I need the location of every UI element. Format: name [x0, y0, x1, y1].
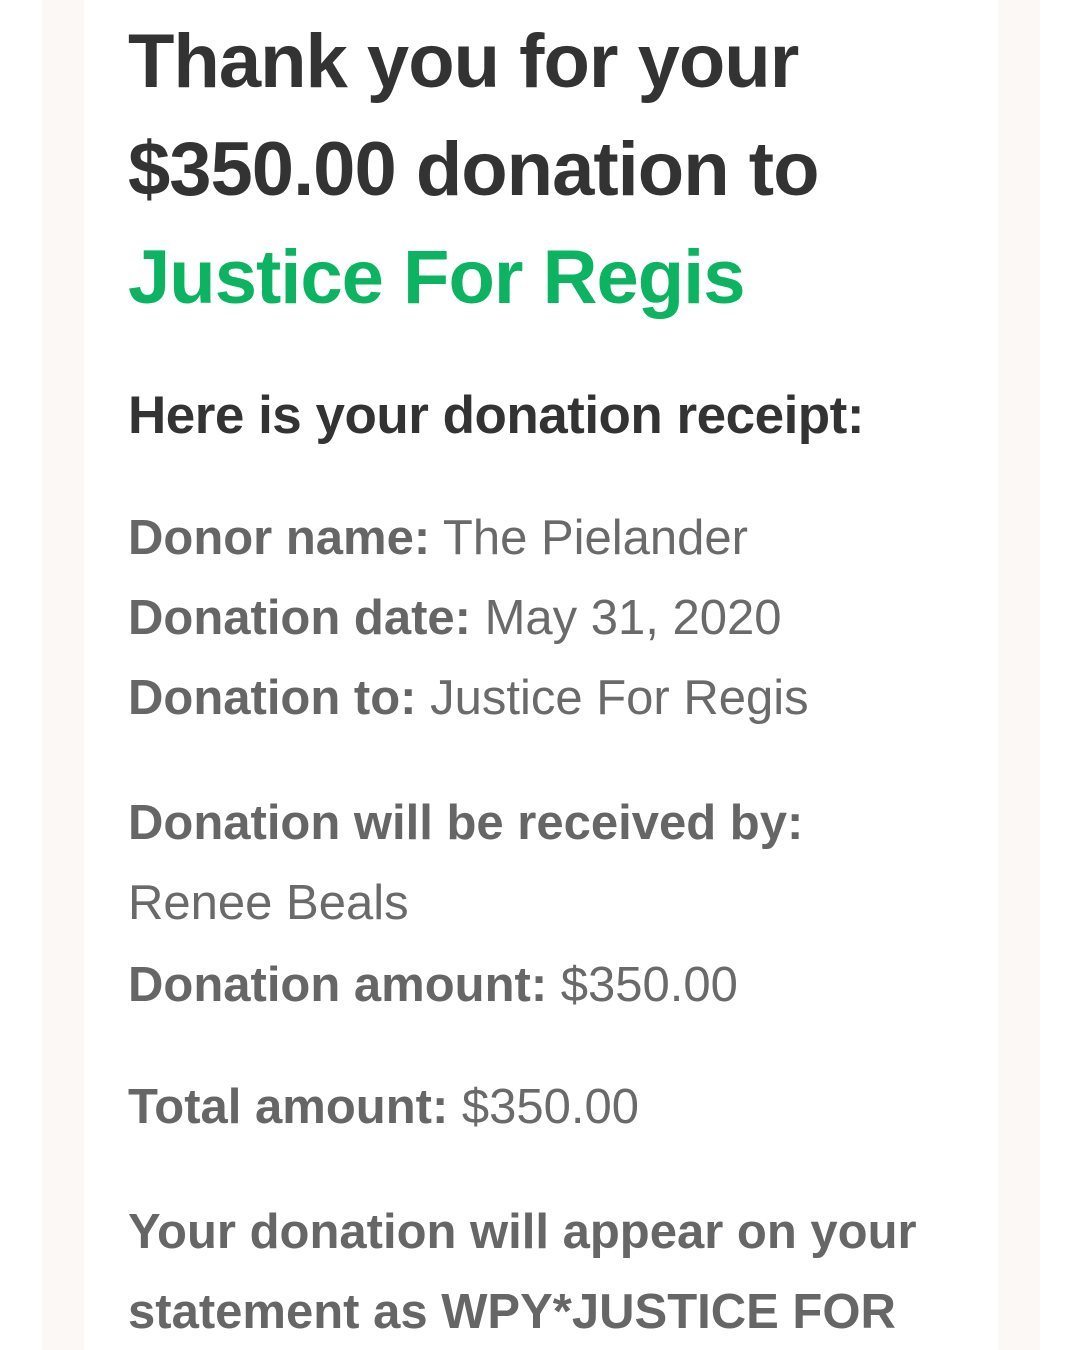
receipt-card: Thank you for your $350.00 donation to J…: [84, 0, 998, 1350]
headline-line-1: Thank you for your: [128, 19, 799, 104]
thank-you-headline: Thank you for your $350.00 donation to J…: [128, 0, 988, 332]
statement-notice: Your donation will appear on your statem…: [128, 1205, 917, 1339]
donation-to-label: Donation to:: [128, 671, 417, 725]
campaign-name: Justice For Regis: [128, 235, 746, 320]
headline-line-2: $350.00 donation to: [128, 127, 820, 212]
donor-name-label: Donor name:: [128, 511, 431, 565]
donation-to-value: Justice For Regis: [430, 671, 809, 725]
donation-date-value: May 31, 2020: [484, 591, 782, 645]
received-by-value-row: Renee Beals: [128, 868, 409, 938]
right-margin: [998, 0, 1040, 1350]
donation-amount-value: $350.00: [560, 958, 738, 1012]
donation-amount-row: Donation amount: $350.00: [128, 950, 738, 1020]
received-by-value: Renee Beals: [128, 876, 409, 930]
receipt-heading: Here is your donation receipt:: [128, 386, 864, 445]
left-margin: [42, 0, 84, 1350]
receipt-content: Thank you for your $350.00 donation to J…: [128, 0, 988, 1339]
received-by-label: Donation will be received by:: [128, 796, 804, 850]
donor-name-row: Donor name: The Pielander: [128, 503, 748, 573]
donation-to-row: Donation to: Justice For Regis: [128, 663, 809, 733]
total-amount-label: Total amount:: [128, 1080, 449, 1134]
donor-name-value: The Pielander: [442, 511, 748, 565]
donation-date-row: Donation date: May 31, 2020: [128, 583, 782, 653]
total-amount-row: Total amount: $350.00: [128, 1072, 639, 1142]
donation-date-label: Donation date:: [128, 591, 471, 645]
donation-amount-label: Donation amount:: [128, 958, 548, 1012]
received-by-row: Donation will be received by:: [128, 788, 803, 858]
total-amount-value: $350.00: [461, 1080, 640, 1134]
